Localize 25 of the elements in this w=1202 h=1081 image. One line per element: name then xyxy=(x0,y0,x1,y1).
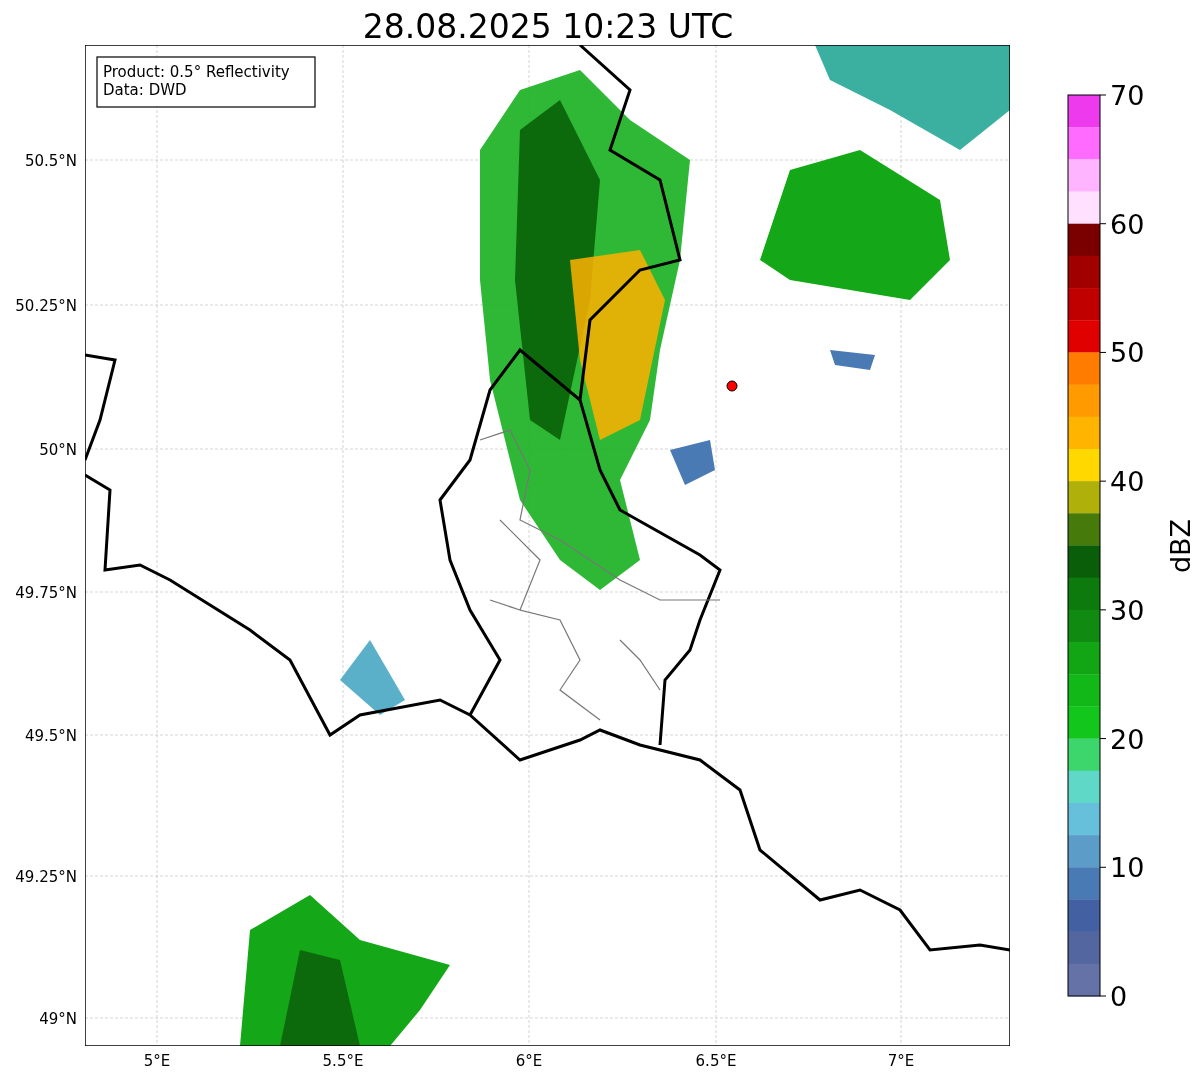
axis-tick-label: 6°E xyxy=(515,1052,543,1070)
colorbar-tick-label: 20 xyxy=(1110,723,1145,755)
axis-tick-label: 6.5°E xyxy=(695,1052,737,1070)
axis-tick-label: 50.5°N xyxy=(24,152,77,170)
colorbar-tick-label: 60 xyxy=(1110,208,1145,240)
colorbar-tick-label: 50 xyxy=(1110,337,1145,369)
colorbar-tick-label: 40 xyxy=(1110,466,1145,498)
axis-tick-label: 50.25°N xyxy=(15,297,77,315)
info-text: Product: 0.5° Reflectivity xyxy=(103,63,290,81)
colorbar-tick-label: 0 xyxy=(1110,981,1128,1012)
axis-tick-label: 5.5°E xyxy=(322,1052,364,1070)
colorbar-label: dBZ xyxy=(1165,518,1196,574)
colorbar-tick-label: 10 xyxy=(1110,852,1145,884)
info-text: Data: DWD xyxy=(103,81,187,99)
axis-tick-label: 49.25°N xyxy=(15,868,77,886)
axis-tick-label: 49.5°N xyxy=(24,727,77,745)
axis-tick-label: 49.75°N xyxy=(15,584,77,602)
colorbar-tick-label: 70 xyxy=(1110,80,1145,111)
axis-tick-label: 50°N xyxy=(39,441,77,459)
chart-title: 28.08.2025 10:23 UTC xyxy=(362,7,734,46)
axis-tick-label: 7°E xyxy=(887,1052,915,1070)
station-marker-icon xyxy=(726,380,738,392)
axis-tick-label: 49°N xyxy=(39,1010,77,1028)
colorbar-tick-label: 30 xyxy=(1110,594,1145,626)
axis-tick-label: 5°E xyxy=(143,1052,171,1070)
